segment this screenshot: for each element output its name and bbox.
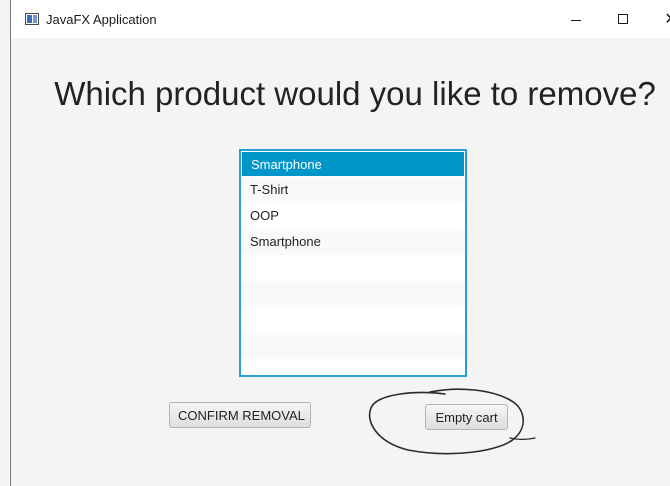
minimize-button[interactable]: [556, 0, 596, 38]
list-item[interactable]: Smartphone: [241, 229, 465, 255]
close-button[interactable]: ✕: [651, 0, 670, 38]
page-title: Which product would you like to remove?: [54, 75, 656, 112]
list-item-empty: [241, 359, 465, 375]
title-bar[interactable]: JavaFX Application ✕: [11, 0, 670, 38]
maximize-icon: [618, 14, 628, 24]
empty-cart-button[interactable]: Empty cart: [425, 404, 508, 430]
list-item-empty: [241, 333, 465, 359]
list-item-empty: [241, 255, 465, 281]
confirm-removal-button[interactable]: CONFIRM REMOVAL: [169, 402, 311, 428]
list-scrollbar: [461, 151, 465, 375]
list-item-selected[interactable]: Smartphone: [241, 151, 465, 177]
list-item-empty: [241, 281, 465, 307]
product-list[interactable]: Smartphone T-Shirt OOP Smartphone: [239, 149, 467, 377]
window-border: [10, 0, 11, 486]
maximize-button[interactable]: [603, 0, 643, 38]
close-icon: ✕: [664, 9, 670, 29]
minimize-icon: [571, 19, 581, 21]
window-title: JavaFX Application: [46, 12, 157, 27]
list-item[interactable]: T-Shirt: [241, 177, 465, 203]
list-item-empty: [241, 307, 465, 333]
java-app-icon: [25, 13, 39, 25]
app-window: JavaFX Application ✕ Which product would…: [0, 0, 670, 486]
list-item[interactable]: OOP: [241, 203, 465, 229]
